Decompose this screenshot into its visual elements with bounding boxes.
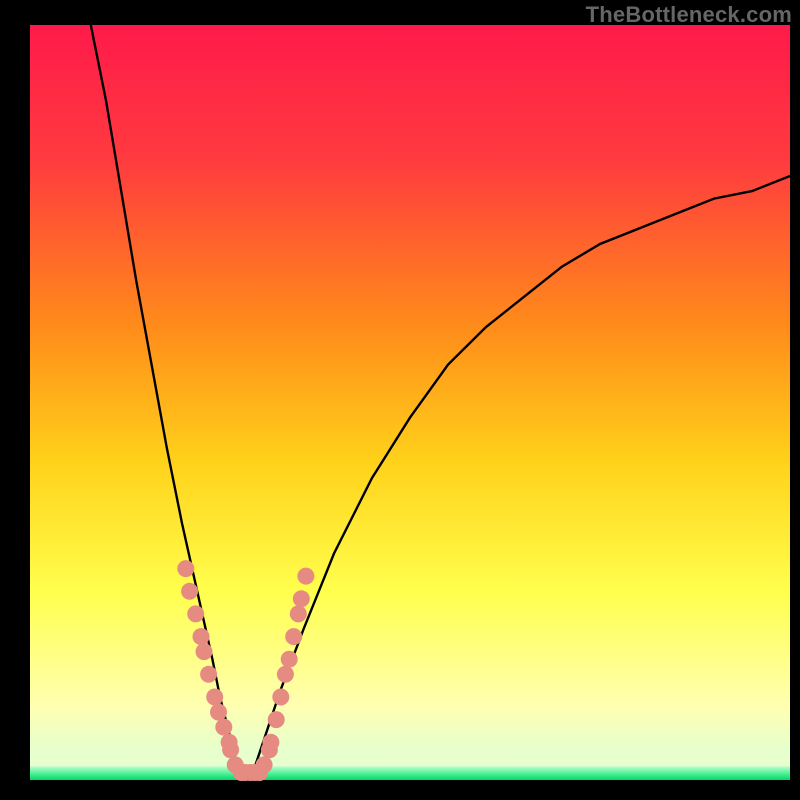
- highlight-dot: [210, 704, 227, 721]
- plot-green-band: [30, 766, 790, 780]
- highlight-dot: [206, 689, 223, 706]
- bottleneck-chart: [0, 0, 800, 800]
- highlight-dot: [290, 605, 307, 622]
- watermark-text: TheBottleneck.com: [586, 2, 792, 28]
- highlight-dot: [268, 711, 285, 728]
- highlight-dot: [181, 583, 198, 600]
- highlight-dot: [272, 689, 289, 706]
- highlight-dot: [256, 756, 273, 773]
- highlight-dot: [281, 651, 298, 668]
- highlight-dot: [215, 719, 232, 736]
- highlight-dot: [293, 590, 310, 607]
- highlight-dot: [177, 560, 194, 577]
- highlight-dot: [200, 666, 217, 683]
- highlight-dot: [222, 741, 239, 758]
- highlight-dot: [187, 605, 204, 622]
- highlight-dot: [193, 628, 210, 645]
- highlight-dot: [285, 628, 302, 645]
- highlight-dot: [196, 643, 213, 660]
- plot-gradient-bg: [30, 25, 790, 780]
- highlight-dot: [297, 568, 314, 585]
- plot-area: [30, 25, 790, 781]
- highlight-dot: [262, 734, 279, 751]
- chart-wrapper: TheBottleneck.com: [0, 0, 800, 800]
- highlight-dot: [277, 666, 294, 683]
